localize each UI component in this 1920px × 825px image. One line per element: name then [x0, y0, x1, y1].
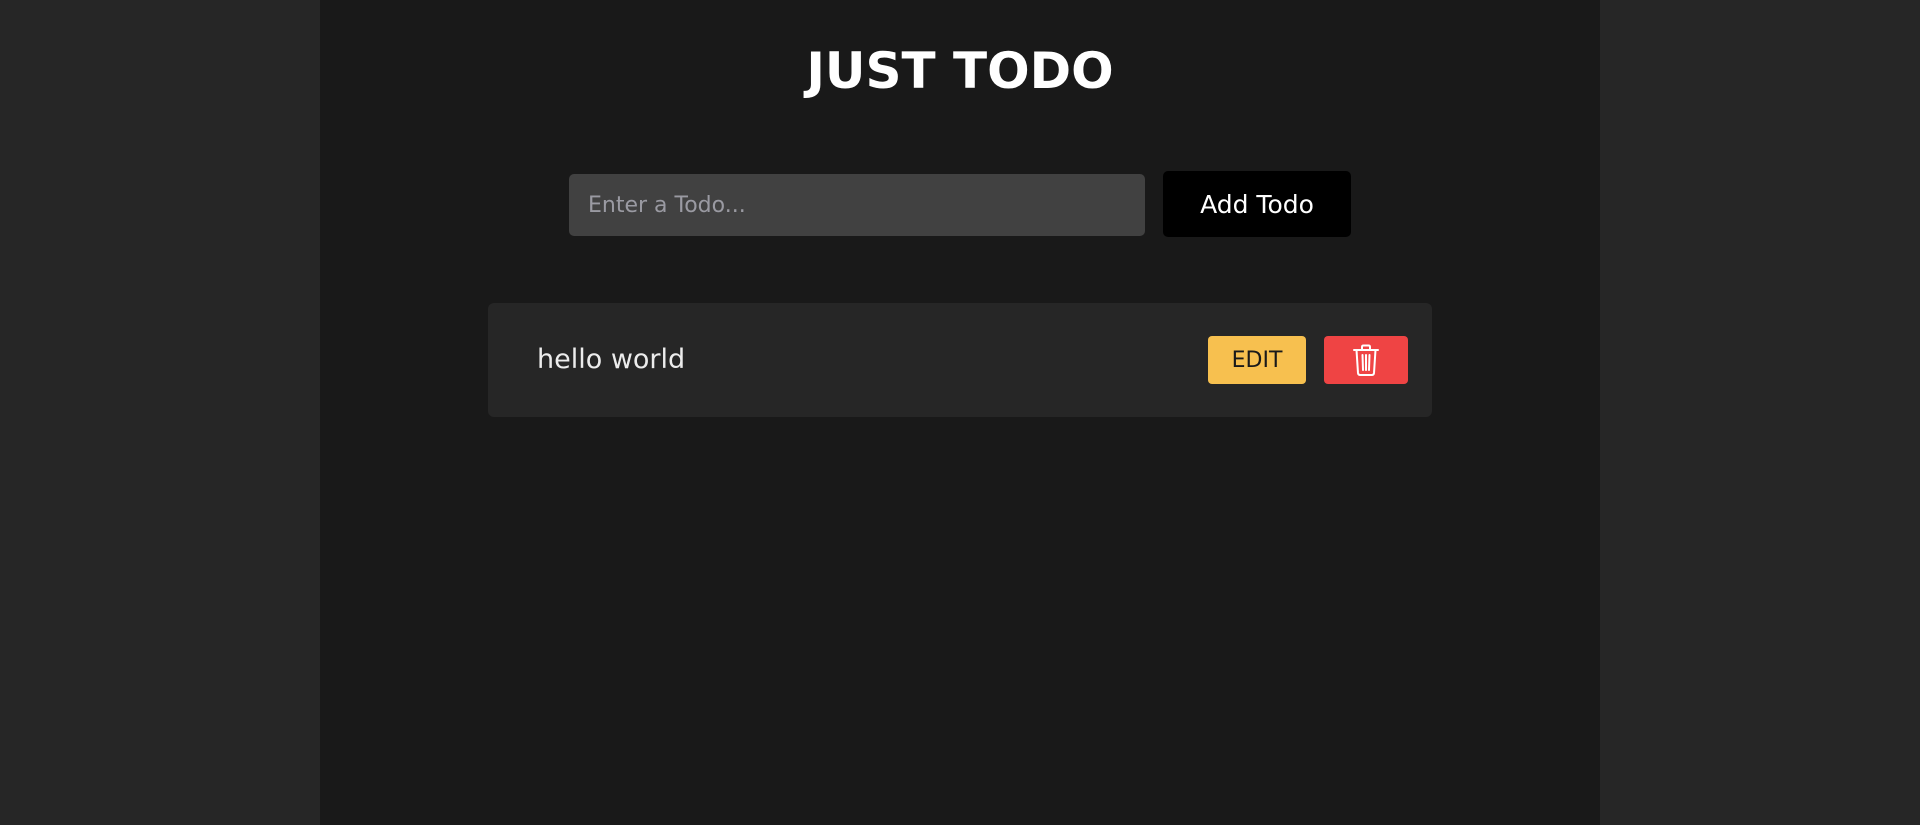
todo-list: hello world EDIT	[488, 303, 1432, 417]
page-title: JUST TODO	[806, 42, 1114, 100]
todo-app: JUST TODO Add Todo hello world EDIT	[320, 0, 1600, 825]
delete-button[interactable]	[1324, 336, 1408, 384]
todo-input[interactable]	[569, 174, 1145, 236]
todo-item: hello world EDIT	[488, 303, 1432, 417]
add-todo-button[interactable]: Add Todo	[1163, 171, 1351, 237]
edit-button[interactable]: EDIT	[1208, 336, 1306, 384]
todo-text: hello world	[537, 344, 686, 375]
trash-icon	[1351, 343, 1381, 377]
